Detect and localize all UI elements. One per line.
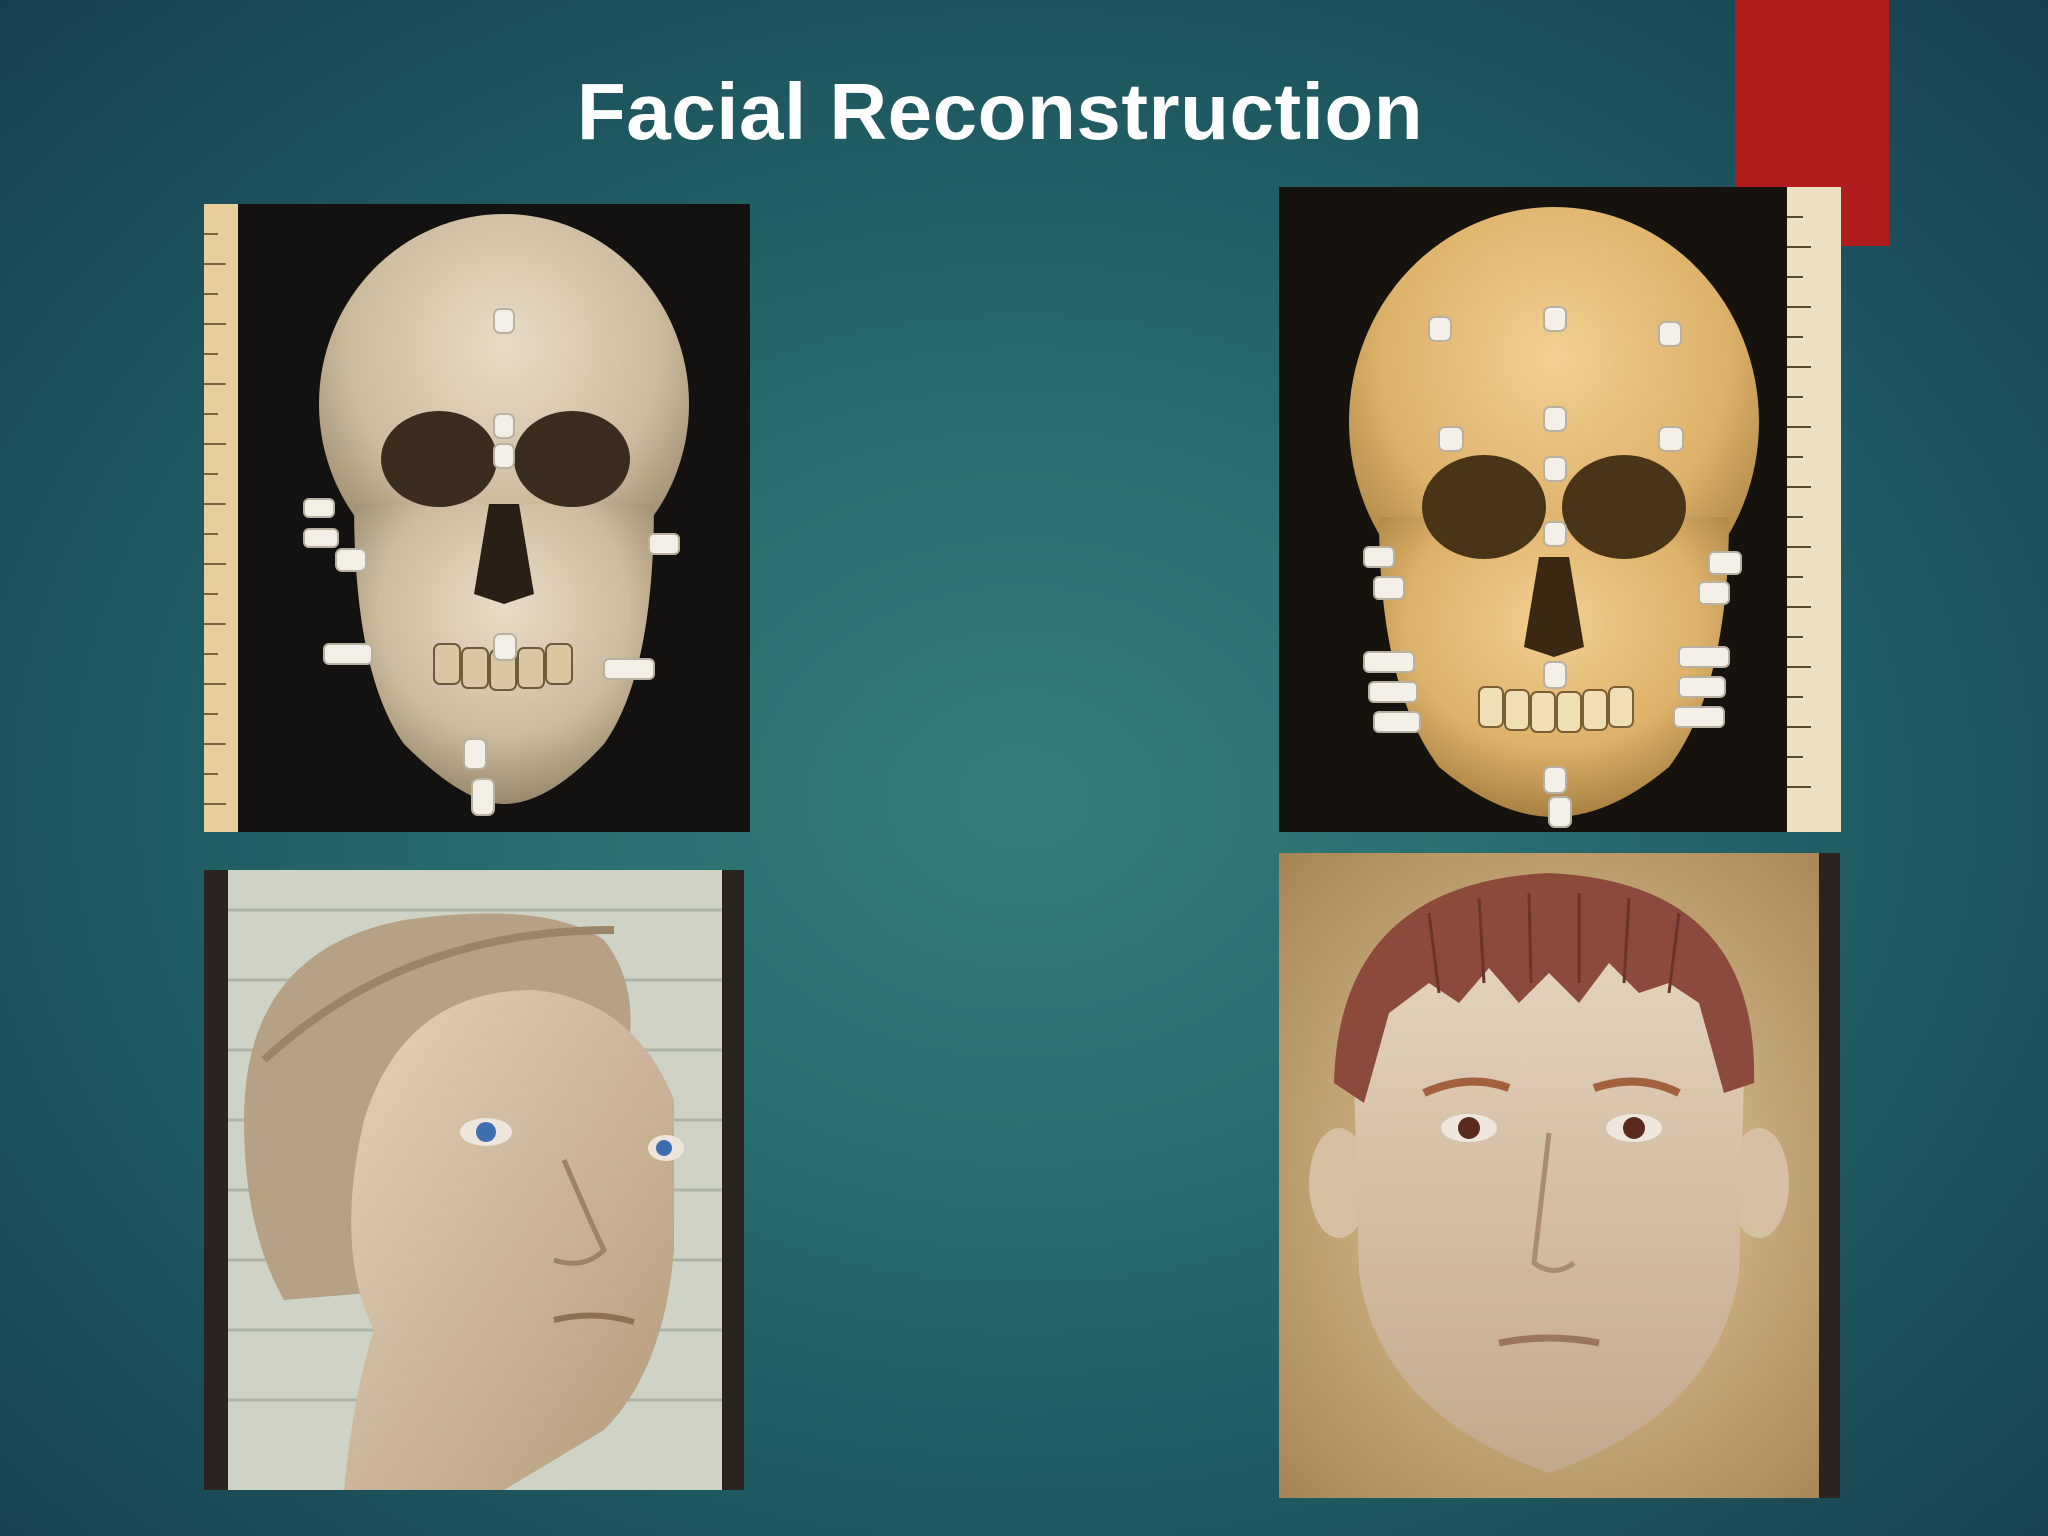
reconstruction-photo-right	[1279, 853, 1840, 1498]
skull-photo-left	[204, 204, 750, 832]
skull-photo-right	[1279, 187, 1841, 832]
slide-title: Facial Reconstruction	[576, 67, 1424, 156]
reconstruction-photo-left	[204, 870, 744, 1490]
